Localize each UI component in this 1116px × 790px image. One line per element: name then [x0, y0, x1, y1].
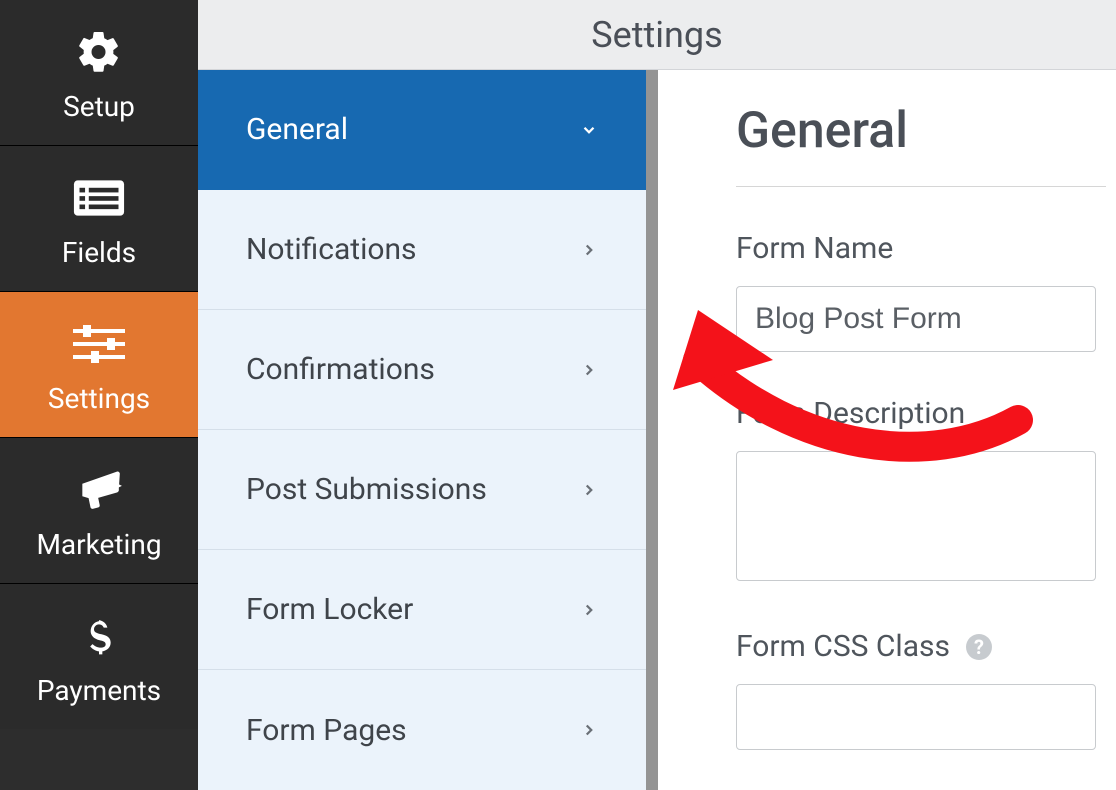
page-title: Settings	[591, 14, 722, 56]
nav-label: Payments	[37, 674, 161, 707]
settings-item-label: Notifications	[246, 232, 417, 267]
nav-item-fields[interactable]: Fields	[0, 146, 198, 292]
list-icon	[73, 172, 125, 224]
nav-item-setup[interactable]: Setup	[0, 0, 198, 146]
nav-item-payments[interactable]: Payments	[0, 584, 198, 729]
megaphone-icon	[73, 464, 125, 516]
form-css-class-label: Form CSS Class ?	[736, 629, 1116, 664]
settings-item-label: Post Submissions	[246, 472, 487, 507]
nav-item-marketing[interactable]: Marketing	[0, 438, 198, 584]
form-description-input[interactable]	[736, 451, 1096, 581]
chevron-right-icon	[580, 361, 598, 379]
dollar-icon	[73, 610, 125, 662]
form-name-input[interactable]	[736, 286, 1096, 352]
help-icon[interactable]: ?	[966, 634, 992, 660]
nav-item-settings[interactable]: Settings	[0, 292, 198, 438]
sliders-icon	[73, 318, 125, 370]
settings-panel: General Form Name Form Description Form …	[658, 70, 1116, 790]
nav-rail: Setup Fields	[0, 0, 198, 790]
form-description-label: Form Description	[736, 396, 1116, 431]
settings-item-label: Form Locker	[246, 592, 413, 627]
nav-label: Settings	[48, 382, 150, 415]
chevron-right-icon	[580, 481, 598, 499]
settings-item-general[interactable]: General	[198, 70, 646, 190]
chevron-right-icon	[580, 601, 598, 619]
chevron-down-icon	[580, 121, 598, 139]
nav-label: Fields	[62, 236, 136, 269]
settings-item-form-locker[interactable]: Form Locker	[198, 550, 646, 670]
form-css-class-label-text: Form CSS Class	[736, 629, 950, 664]
settings-item-notifications[interactable]: Notifications	[198, 190, 646, 310]
panel-heading: General	[736, 102, 1116, 160]
nav-label: Setup	[63, 90, 135, 123]
settings-item-confirmations[interactable]: Confirmations	[198, 310, 646, 430]
page-header: Settings	[198, 0, 1116, 70]
form-name-label: Form Name	[736, 231, 1116, 266]
settings-item-label: General	[246, 112, 348, 147]
nav-label: Marketing	[36, 528, 161, 561]
gear-icon	[73, 26, 125, 78]
chevron-right-icon	[580, 721, 598, 739]
settings-item-label: Form Pages	[246, 713, 407, 748]
settings-item-form-pages[interactable]: Form Pages	[198, 670, 646, 790]
chevron-right-icon	[580, 241, 598, 259]
settings-item-post-submissions[interactable]: Post Submissions	[198, 430, 646, 550]
settings-item-label: Confirmations	[246, 352, 435, 387]
divider	[736, 186, 1106, 187]
settings-submenu: General Notifications Confirmations	[198, 70, 658, 790]
form-css-class-input[interactable]	[736, 684, 1096, 750]
